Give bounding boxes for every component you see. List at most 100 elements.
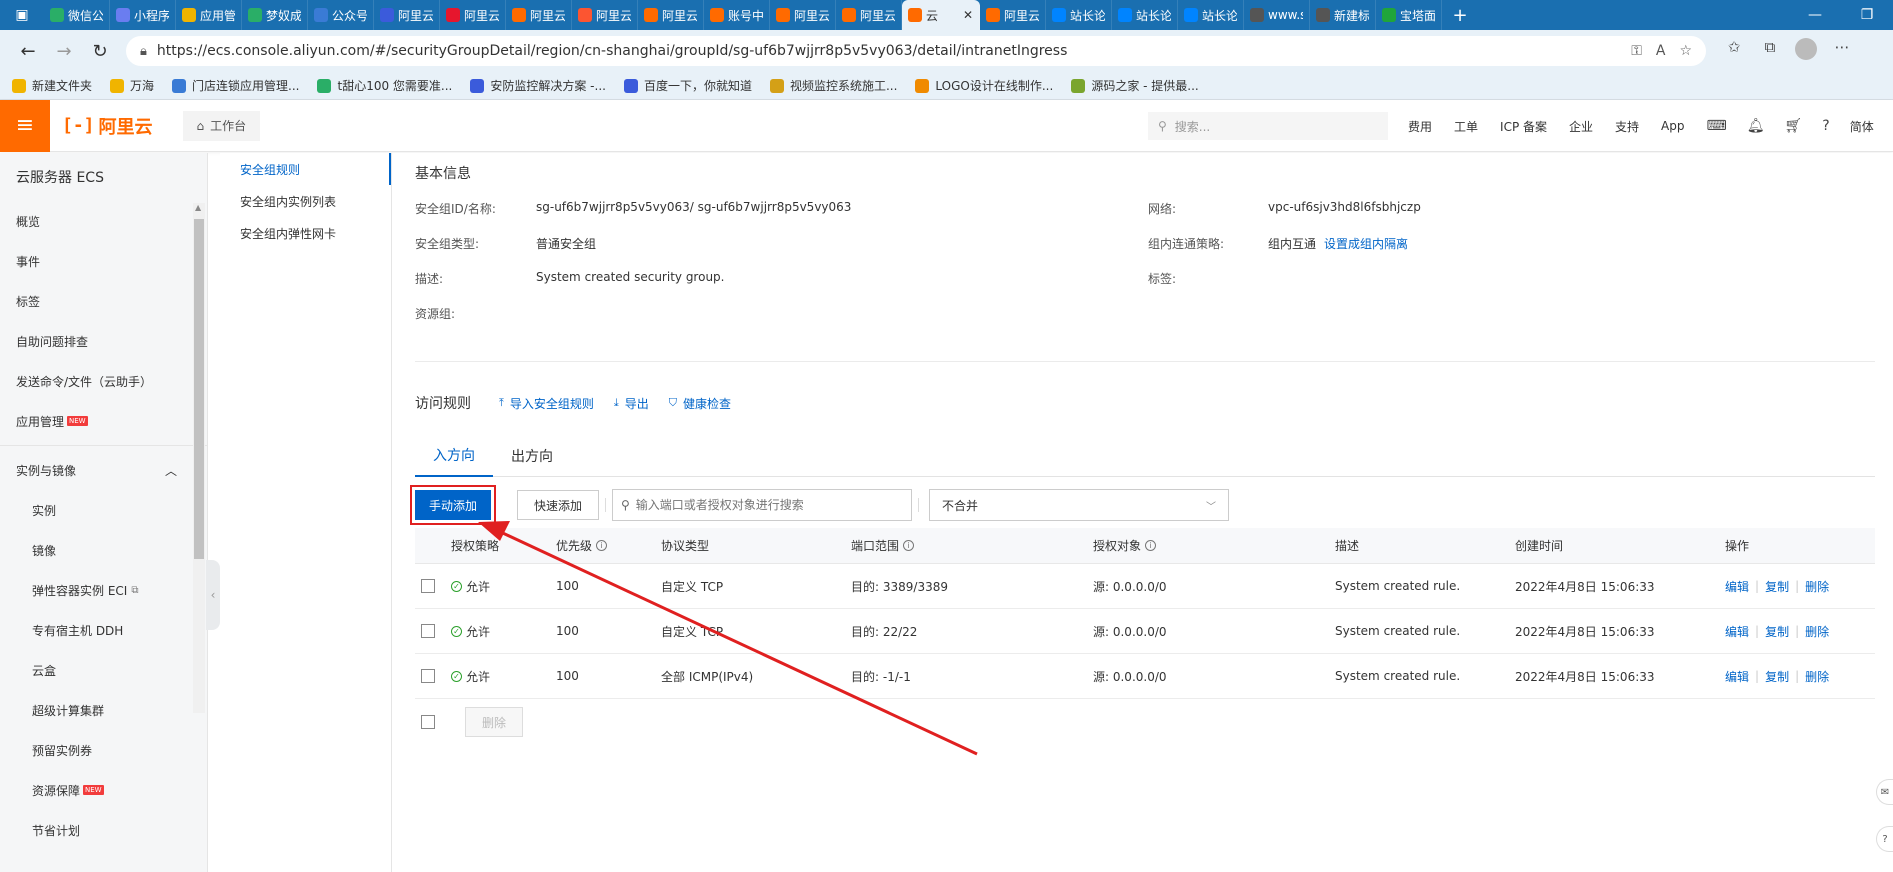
rule-search-input[interactable]: [635, 498, 903, 512]
sidebar-item-events[interactable]: 事件: [0, 241, 207, 281]
sidebar-item-instances[interactable]: 实例: [0, 490, 207, 530]
edit-link[interactable]: 编辑: [1725, 668, 1749, 685]
browser-tab[interactable]: 梦奴成: [242, 0, 308, 30]
sidebar-collapse-handle[interactable]: ‹: [206, 560, 220, 630]
workbench-button[interactable]: ⌂ 工作台: [182, 110, 261, 141]
browser-tab[interactable]: 云 ✕: [902, 0, 980, 30]
sidebar-item-scc[interactable]: 超级计算集群: [0, 690, 207, 730]
sidebar-item-app-management[interactable]: 应用管理 NEW: [0, 401, 207, 441]
subnav-item-enis[interactable]: 安全组内弹性网卡: [220, 217, 391, 249]
browser-tab[interactable]: 阿里云: [506, 0, 572, 30]
console-search[interactable]: ⚲ 搜索...: [1148, 112, 1388, 140]
sidebar-item-cloud-box[interactable]: 云盒: [0, 650, 207, 690]
profile-avatar[interactable]: [1788, 38, 1824, 64]
sidebar-item-ddh[interactable]: 专有宿主机 DDH: [0, 610, 207, 650]
scroll-up-icon[interactable]: ▲: [195, 203, 201, 212]
browser-tab[interactable]: www.sh: [1244, 0, 1310, 30]
row-checkbox[interactable]: [421, 579, 435, 593]
import-rules-link[interactable]: ⤒ 导入安全组规则: [499, 395, 594, 412]
row-checkbox[interactable]: [421, 624, 435, 638]
collections-icon[interactable]: ⧉: [1752, 38, 1788, 64]
select-all-checkbox[interactable]: [421, 715, 435, 729]
browser-tab[interactable]: 宝塔面: [1376, 0, 1442, 30]
sidebar-item-troubleshoot[interactable]: 自助问题排查: [0, 321, 207, 361]
sidebar-item-eci[interactable]: 弹性容器实例 ECI ⧉: [0, 570, 207, 610]
top-menu-enterprise[interactable]: 企业: [1569, 118, 1593, 135]
refresh-button[interactable]: ↻: [82, 35, 118, 67]
sidebar-item-overview[interactable]: 概览: [0, 201, 207, 241]
tab-outbound[interactable]: 出方向: [493, 435, 571, 477]
sidebar-group-instances-images[interactable]: 实例与镜像 ︿: [0, 450, 207, 490]
copy-link[interactable]: 复制: [1765, 623, 1789, 640]
language-switch[interactable]: 简体: [1850, 118, 1874, 135]
close-tab-icon[interactable]: ✕: [963, 8, 973, 22]
manual-add-button[interactable]: 手动添加: [410, 485, 496, 525]
info-icon[interactable]: i: [903, 540, 915, 551]
top-menu-support[interactable]: 支持: [1615, 118, 1639, 135]
browser-tab[interactable]: 应用管: [176, 0, 242, 30]
top-menu-icp[interactable]: ICP 备案: [1500, 118, 1547, 135]
bookmark-item[interactable]: 视频监控系统施工...: [769, 77, 897, 94]
read-aloud-icon[interactable]: A: [1656, 43, 1666, 59]
sidebar-scrollbar[interactable]: ▲: [193, 203, 205, 713]
delete-link[interactable]: 删除: [1805, 578, 1829, 595]
info-icon[interactable]: i: [596, 540, 608, 551]
sidebar-item-cloud-assistant[interactable]: 发送命令/文件（云助手）: [0, 361, 207, 401]
bookmark-item[interactable]: 安防监控解决方案 -...: [470, 77, 606, 94]
menu-icon[interactable]: ≡: [0, 99, 50, 152]
aliyun-logo[interactable]: [-] 阿里云: [62, 113, 153, 139]
subnav-item-instances[interactable]: 安全组内实例列表: [220, 185, 391, 217]
back-button[interactable]: ←: [10, 35, 46, 67]
sidebar-item-images[interactable]: 镜像: [0, 530, 207, 570]
browser-tab[interactable]: 小程序: [110, 0, 176, 30]
export-link[interactable]: ⤓ 导出: [614, 395, 649, 412]
edit-link[interactable]: 编辑: [1725, 623, 1749, 640]
tab-inbound[interactable]: 入方向: [415, 435, 493, 477]
bookmark-item[interactable]: t甜心100 您需要准...: [317, 77, 452, 94]
edit-link[interactable]: 编辑: [1725, 578, 1749, 595]
help-icon[interactable]: ?: [1822, 118, 1829, 134]
browser-tab[interactable]: 阿里云: [980, 0, 1046, 30]
browser-tab[interactable]: 阿里云: [770, 0, 836, 30]
favorite-star-icon[interactable]: ☆: [1679, 43, 1692, 59]
browser-tab[interactable]: 阿里云: [374, 0, 440, 30]
sidebar-item-reserved-instances[interactable]: 预留实例券: [0, 730, 207, 770]
row-checkbox[interactable]: [421, 669, 435, 683]
info-icon[interactable]: i: [1145, 540, 1157, 551]
quick-add-button[interactable]: 快速添加: [517, 490, 599, 520]
browser-tab[interactable]: 站长论: [1178, 0, 1244, 30]
new-tab-button[interactable]: +: [1442, 5, 1478, 26]
forward-button[interactable]: →: [46, 35, 82, 67]
bell-icon[interactable]: 🔔︎: [1747, 118, 1765, 134]
terminal-icon[interactable]: ⌨: [1707, 118, 1727, 134]
browser-tab[interactable]: 阿里云: [572, 0, 638, 30]
more-icon[interactable]: ⋯: [1824, 38, 1860, 64]
top-menu-billing[interactable]: 费用: [1408, 118, 1432, 135]
subnav-item-rules[interactable]: 安全组规则: [220, 153, 391, 185]
browser-tab[interactable]: 账号中: [704, 0, 770, 30]
sidebar-item-tags[interactable]: 标签: [0, 281, 207, 321]
bookmark-item[interactable]: 源码之家 - 提供最...: [1071, 77, 1199, 94]
delete-link[interactable]: 删除: [1805, 668, 1829, 685]
browser-tab[interactable]: 公众号: [308, 0, 374, 30]
browser-tab[interactable]: 阿里云: [836, 0, 902, 30]
browser-tab[interactable]: 新建标: [1310, 0, 1376, 30]
browser-tab[interactable]: 阿里云: [440, 0, 506, 30]
sidebar-item-savings-plan[interactable]: 节省计划: [0, 810, 207, 850]
browser-tab[interactable]: 站长论: [1046, 0, 1112, 30]
key-icon[interactable]: ⚿: [1631, 43, 1642, 59]
minimize-icon[interactable]: —: [1789, 0, 1841, 30]
restore-icon[interactable]: ❐: [1841, 0, 1893, 30]
bookmark-item[interactable]: LOGO设计在线制作...: [915, 77, 1053, 94]
set-isolation-link[interactable]: 设置成组内隔离: [1324, 235, 1408, 252]
top-menu-tickets[interactable]: 工单: [1454, 118, 1478, 135]
sidebar-item-capacity-reservation[interactable]: 资源保障 NEW: [0, 770, 207, 810]
batch-delete-button[interactable]: 删除: [465, 707, 523, 737]
merge-select[interactable]: 不合并 ﹀: [929, 489, 1229, 521]
bookmark-item[interactable]: 百度一下，你就知道: [623, 77, 752, 94]
browser-tab[interactable]: 微信公: [44, 0, 110, 30]
top-menu-app[interactable]: App: [1661, 119, 1684, 133]
bookmark-item[interactable]: 门店连锁应用管理...: [172, 77, 299, 94]
url-field[interactable]: 🔒︎ https://ecs.console.aliyun.com/#/secu…: [126, 36, 1706, 66]
cart-icon[interactable]: 🛒︎: [1785, 118, 1803, 134]
